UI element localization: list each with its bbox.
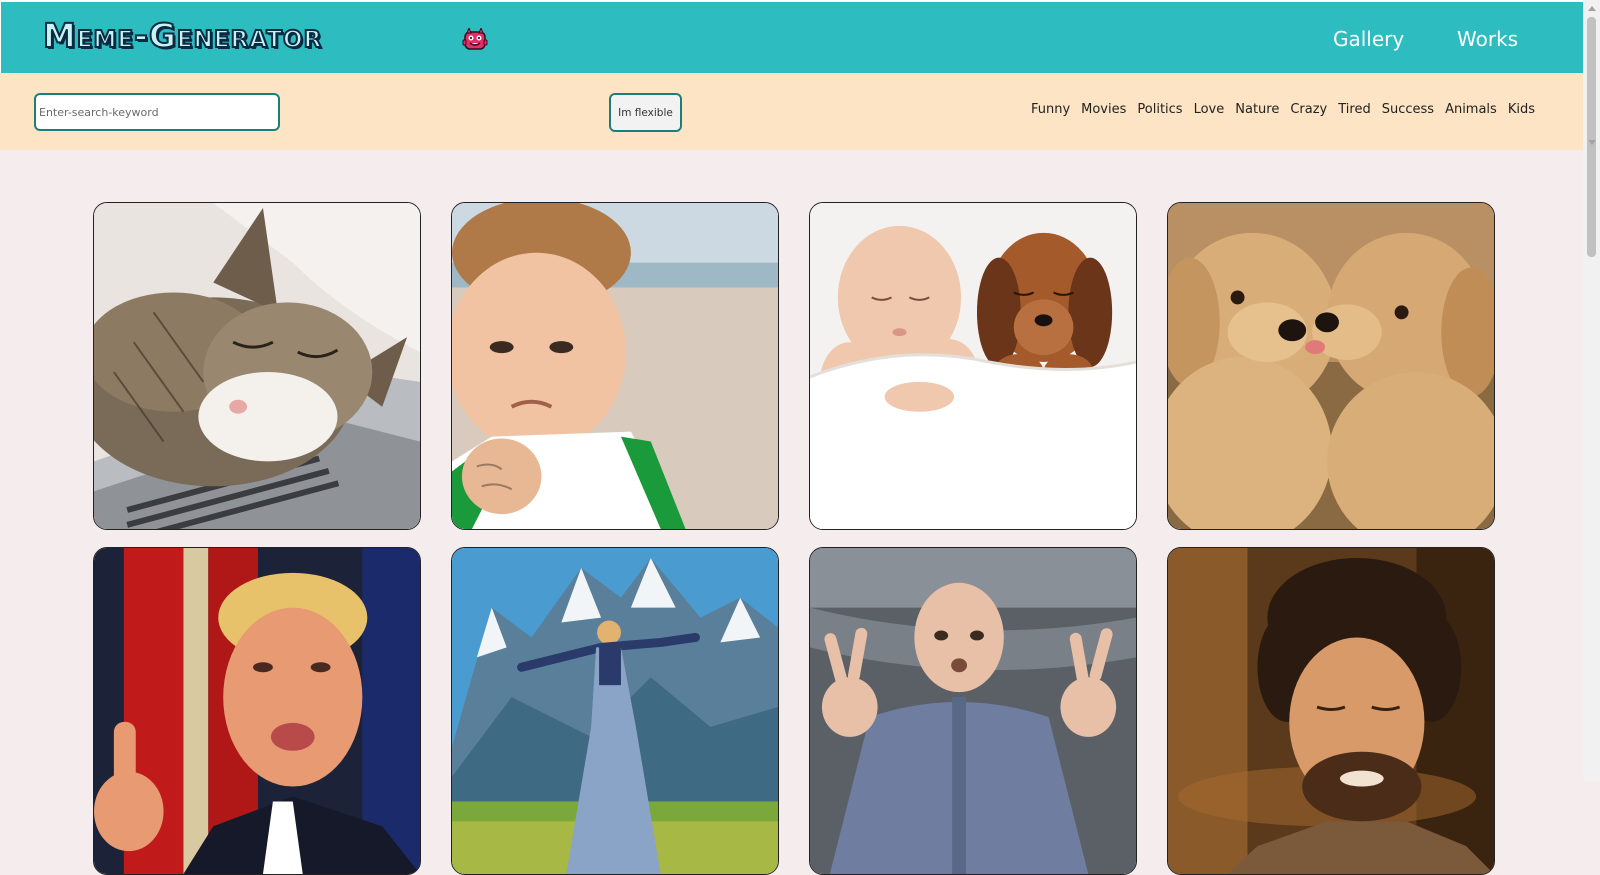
keyword-politics[interactable]: Politics (1137, 101, 1182, 119)
meme-card-mountain-meadow[interactable] (451, 547, 779, 875)
monster-icon (462, 28, 488, 50)
baby-puppy-image (810, 203, 1136, 529)
scroll-up-arrow-icon[interactable] (1588, 6, 1596, 11)
meme-card-puppies[interactable] (1167, 202, 1495, 530)
filter-bar: Im flexible Funny Movies Politics Love N… (0, 73, 1583, 150)
keyword-kids[interactable]: Kids (1508, 101, 1535, 119)
search-input[interactable] (34, 93, 280, 131)
im-flexible-button[interactable]: Im flexible (609, 93, 682, 132)
sleeping-cat-image (94, 203, 420, 529)
meme-card-villain[interactable] (809, 547, 1137, 875)
scroll-thumb[interactable] (1587, 17, 1596, 257)
keyword-animals[interactable]: Animals (1445, 101, 1497, 119)
man-pointing-image (94, 548, 420, 874)
meme-gallery (93, 202, 1495, 875)
keyword-success[interactable]: Success (1382, 101, 1434, 119)
logo-text[interactable]: Meme-Generator (42, 15, 322, 56)
keyword-list: Funny Movies Politics Love Nature Crazy … (1031, 101, 1535, 119)
meme-card-sleeping-cat[interactable] (93, 202, 421, 530)
page-scrollbar[interactable] (1583, 0, 1600, 781)
keyword-love[interactable]: Love (1194, 101, 1225, 119)
puppies-image (1168, 203, 1494, 529)
keyword-crazy[interactable]: Crazy (1290, 101, 1327, 119)
keyword-movies[interactable]: Movies (1081, 101, 1126, 119)
header: Meme-Generator Gallery Works (0, 0, 1583, 73)
page: Meme-Generator Gallery Works Im flexible… (0, 0, 1600, 875)
meme-card-man-pointing[interactable] (93, 547, 421, 875)
success-kid-image (452, 203, 778, 529)
meme-card-wild-hair-man[interactable] (1167, 547, 1495, 875)
meme-card-success-kid[interactable] (451, 202, 779, 530)
mountain-meadow-image (452, 548, 778, 874)
villain-image (810, 548, 1136, 874)
keyword-funny[interactable]: Funny (1031, 101, 1070, 119)
meme-card-baby-puppy[interactable] (809, 202, 1137, 530)
nav-works-link[interactable]: Works (1457, 26, 1518, 52)
nav-gallery-link[interactable]: Gallery (1333, 26, 1404, 52)
keyword-nature[interactable]: Nature (1235, 101, 1279, 119)
wild-hair-man-image (1168, 548, 1494, 874)
scroll-down-arrow-icon[interactable] (1588, 140, 1596, 145)
keyword-tired[interactable]: Tired (1338, 101, 1370, 119)
